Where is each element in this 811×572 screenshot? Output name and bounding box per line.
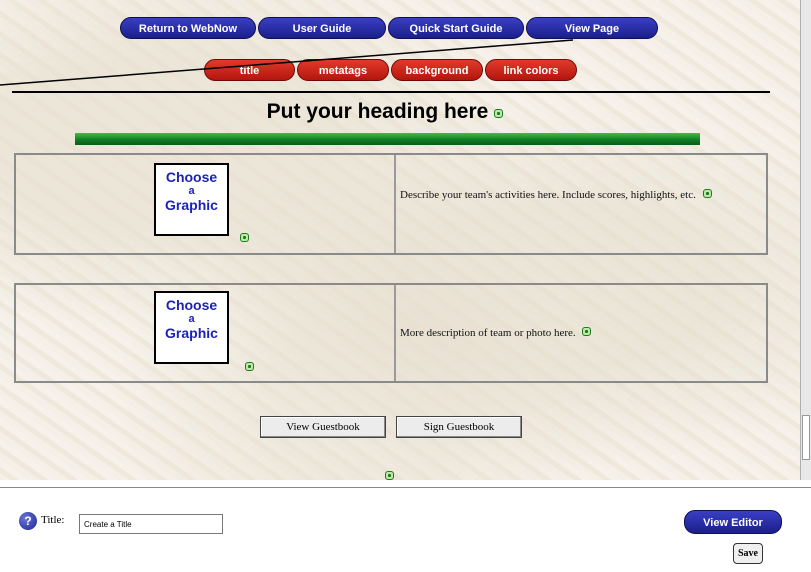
graphic-label-line: Choose bbox=[165, 297, 218, 313]
title-input[interactable] bbox=[79, 514, 223, 534]
title-field-label: Title: bbox=[41, 514, 65, 526]
edit-icon[interactable] bbox=[702, 189, 712, 198]
description-cell: More description of team or photo here. bbox=[396, 285, 766, 381]
view-guestbook-button[interactable]: View Guestbook bbox=[260, 416, 386, 438]
quick-start-guide-button[interactable]: Quick Start Guide bbox=[388, 17, 524, 39]
graphic-cell: Choose a Graphic bbox=[16, 155, 396, 253]
title-button[interactable]: title bbox=[204, 59, 295, 81]
graphic-label-line: a bbox=[188, 313, 195, 325]
sign-guestbook-button[interactable]: Sign Guestbook bbox=[396, 416, 522, 438]
edit-icon[interactable] bbox=[494, 109, 504, 118]
view-editor-button[interactable]: View Editor bbox=[684, 510, 782, 534]
metatags-button[interactable]: metatags bbox=[297, 59, 389, 81]
background-button[interactable]: background bbox=[391, 59, 483, 81]
edit-icon[interactable] bbox=[240, 233, 249, 242]
user-guide-button[interactable]: User Guide bbox=[258, 17, 386, 39]
graphic-label-line: a bbox=[188, 185, 195, 197]
header-rule bbox=[12, 91, 770, 93]
content-table-1: Choose a Graphic Describe your team's ac… bbox=[14, 153, 768, 255]
edit-icon[interactable] bbox=[582, 327, 592, 336]
editor-divider bbox=[0, 487, 811, 488]
choose-graphic-placeholder[interactable]: Choose a Graphic bbox=[154, 163, 229, 236]
choose-graphic-placeholder[interactable]: Choose a Graphic bbox=[154, 291, 229, 364]
page-heading-text: Put your heading here bbox=[266, 100, 489, 123]
heading-bar bbox=[75, 133, 700, 145]
graphic-label-line: Choose bbox=[165, 169, 218, 185]
vertical-scrollbar[interactable] bbox=[800, 0, 811, 480]
description-text: Describe your team's activities here. In… bbox=[400, 189, 696, 201]
scrollbar-thumb[interactable] bbox=[802, 415, 810, 460]
graphic-label-line: Graphic bbox=[165, 325, 218, 341]
graphic-label-line: Graphic bbox=[165, 197, 218, 213]
view-page-button[interactable]: View Page bbox=[526, 17, 658, 39]
description-cell: Describe your team's activities here. In… bbox=[396, 155, 766, 253]
page-heading[interactable]: Put your heading here bbox=[0, 100, 770, 124]
edit-icon[interactable] bbox=[385, 471, 394, 480]
help-icon[interactable]: ? bbox=[19, 512, 37, 530]
description-text: More description of team or photo here. bbox=[400, 327, 576, 339]
link-colors-button[interactable]: link colors bbox=[485, 59, 577, 81]
edit-icon[interactable] bbox=[245, 362, 254, 371]
graphic-cell: Choose a Graphic bbox=[16, 285, 396, 381]
return-to-webnow-button[interactable]: Return to WebNow bbox=[120, 17, 256, 39]
save-button[interactable]: Save bbox=[733, 543, 763, 564]
content-table-2: Choose a Graphic More description of tea… bbox=[14, 283, 768, 383]
page-preview: Return to WebNow User Guide Quick Start … bbox=[0, 0, 800, 480]
